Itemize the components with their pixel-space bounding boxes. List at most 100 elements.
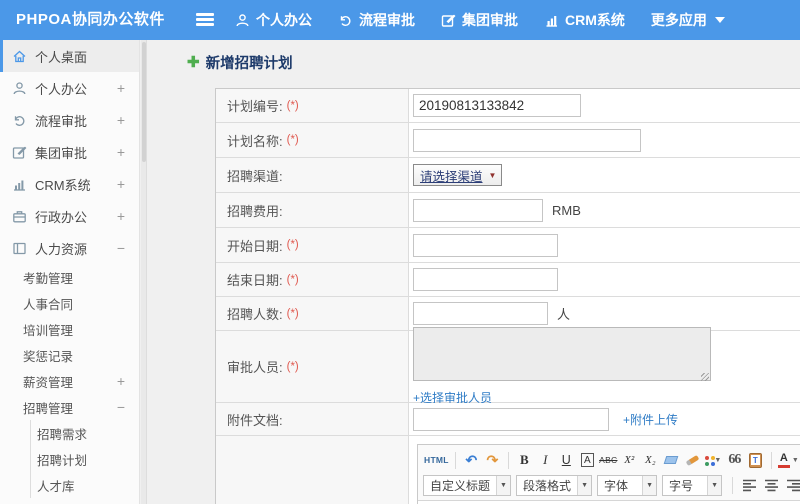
add-plus-icon: ✚ [187, 54, 200, 71]
sidebar-item-label: 行政办公 [35, 209, 88, 225]
sidebar-item-label: 集团审批 [35, 145, 88, 161]
bold-button[interactable]: B [515, 451, 534, 470]
page-title-row: ✚ 新增招聘计划 [187, 52, 293, 73]
sidebar-item-attendance[interactable]: 考勤管理 [0, 264, 139, 290]
person-icon [235, 13, 250, 28]
italic-button[interactable]: I [536, 451, 555, 470]
paste-text-button[interactable]: T [746, 451, 765, 470]
align-left-icon[interactable] [739, 476, 759, 495]
scrollbar-thumb[interactable] [141, 42, 146, 162]
sidebar-item-human-resources[interactable]: 人力资源 − [0, 232, 139, 264]
sidebar-item-label: 招聘需求 [37, 427, 88, 442]
font-color-icon: A [777, 452, 790, 468]
label-text: 招聘渠道: [227, 168, 283, 184]
sidebar-item-talent-pool[interactable]: 人才库 [31, 472, 139, 498]
expand-icon[interactable]: + [117, 113, 125, 127]
superscript-button[interactable]: X² [620, 451, 639, 470]
underline-button[interactable]: U [557, 451, 576, 470]
field-label: 结束日期: (*) [216, 263, 409, 296]
field-label: 附件文档: [216, 403, 409, 435]
eraser-icon [664, 456, 679, 464]
font-family-combo[interactable]: 字体 ▼ [597, 474, 658, 496]
people-unit: 人 [557, 307, 571, 322]
combo-value: 字体 [604, 478, 629, 493]
fee-input[interactable] [413, 198, 543, 222]
nav-crm-system[interactable]: CRM系统 [544, 10, 625, 30]
field-label: 招聘费用: [216, 193, 409, 227]
align-center-icon[interactable] [761, 476, 781, 495]
undo-icon[interactable]: ↶ [462, 451, 481, 470]
menu-toggle-icon[interactable] [196, 13, 214, 27]
expand-icon[interactable]: + [117, 81, 125, 95]
sidebar-item-label: 人事合同 [23, 297, 74, 312]
align-right-icon[interactable] [783, 476, 800, 495]
caret-down-icon: ▼ [707, 475, 722, 495]
end-date-input[interactable] [413, 268, 558, 291]
sidebar-item-crm-system[interactable]: CRM系统 + [0, 168, 139, 200]
sidebar-item-hr-contract[interactable]: 人事合同 [0, 290, 139, 316]
start-date-input[interactable] [413, 233, 558, 257]
nav-label: 更多应用 [650, 12, 707, 28]
source-code-button[interactable]: HTML [424, 451, 449, 470]
nav-workflow-approval[interactable]: 流程审批 [338, 10, 415, 30]
expand-icon[interactable]: + [117, 374, 125, 388]
page-title: 新增招聘计划 [205, 56, 293, 72]
subscript-button[interactable]: X₂ [641, 451, 660, 470]
expand-icon[interactable]: + [117, 177, 125, 191]
required-mark: (*) [286, 273, 299, 286]
label-text: 计划名称: [227, 133, 283, 149]
approver-textarea[interactable] [413, 327, 711, 381]
channel-select[interactable]: 请选择渠道 ▼ [413, 164, 503, 186]
format-match-button[interactable] [683, 451, 702, 470]
attachment-upload-link[interactable]: +附件上传 [623, 411, 678, 428]
sidebar-item-rewards[interactable]: 奖惩记录 [0, 342, 139, 368]
paragraph-format-combo[interactable]: 段落格式 ▼ [516, 474, 593, 496]
nav-group-approval[interactable]: 集团审批 [441, 10, 518, 30]
remove-format-button[interactable] [662, 451, 681, 470]
sidebar-item-training[interactable]: 培训管理 [0, 316, 139, 342]
collapse-icon[interactable]: − [117, 400, 125, 414]
sidebar-item-label: CRM系统 [35, 177, 91, 193]
expand-icon[interactable]: + [117, 209, 125, 223]
sidebar-item-label: 流程审批 [35, 113, 88, 129]
strikethrough-button[interactable]: ABC [599, 451, 618, 470]
sidebar-item-personal-desktop[interactable]: 个人桌面 [0, 40, 139, 72]
attachment-input[interactable] [413, 407, 609, 431]
field-label [216, 436, 409, 504]
topbar: PHPOA协同办公软件 个人办公 流程审批 集团审批 CRM系统 更多应用 [0, 0, 800, 40]
form-row-plan-name: 计划名称: (*) [216, 123, 800, 158]
sidebar-item-salary[interactable]: 薪资管理 + [0, 368, 139, 394]
font-border-button[interactable]: A [580, 453, 594, 467]
sidebar-item-group-approval[interactable]: 集团审批 + [0, 136, 139, 168]
sidebar-item-label: 奖惩记录 [23, 349, 74, 364]
custom-title-combo[interactable]: 自定义标题 ▼ [423, 474, 512, 496]
plan-no-input[interactable] [413, 94, 581, 117]
combo-value: 字号 [669, 478, 694, 493]
form-row-end-date: 结束日期: (*) [216, 263, 800, 297]
label-text: 计划编号: [227, 99, 283, 114]
nav-personal-office[interactable]: 个人办公 [235, 10, 312, 30]
caret-down-icon [714, 17, 725, 23]
sidebar-item-workflow-approval[interactable]: 流程审批 + [0, 104, 139, 136]
font-color-button[interactable]: A ▼ [777, 451, 799, 470]
sidebar-item-personal-office[interactable]: 个人办公 + [0, 72, 139, 104]
sidebar-item-admin-office[interactable]: 行政办公 + [0, 200, 139, 232]
form-row-plan-no: 计划编号: (*) [216, 89, 800, 123]
label-text: 招聘人数: [227, 307, 283, 322]
redo-icon[interactable]: ↷ [483, 451, 502, 470]
blockquote-button[interactable]: 66 [725, 451, 744, 470]
headcount-input[interactable] [413, 302, 548, 325]
field-label: 计划编号: (*) [216, 89, 409, 122]
nav-more-apps[interactable]: 更多应用 [651, 10, 725, 30]
plan-name-input[interactable] [413, 128, 641, 152]
collapse-icon[interactable]: − [117, 241, 125, 255]
auto-typeset-button[interactable]: ▼ [704, 451, 723, 470]
sidebar-item-recruit-demand[interactable]: 招聘需求 [31, 420, 139, 446]
font-size-combo[interactable]: 字号 ▼ [662, 474, 723, 496]
workflow-icon [12, 113, 27, 128]
sidebar-item-recruitment[interactable]: 招聘管理 − [0, 394, 139, 420]
expand-icon[interactable]: + [117, 145, 125, 159]
caret-down-icon: ▼ [714, 456, 722, 464]
nav-label: 流程审批 [359, 12, 415, 28]
sidebar-item-recruit-plan[interactable]: 招聘计划 [31, 446, 139, 472]
